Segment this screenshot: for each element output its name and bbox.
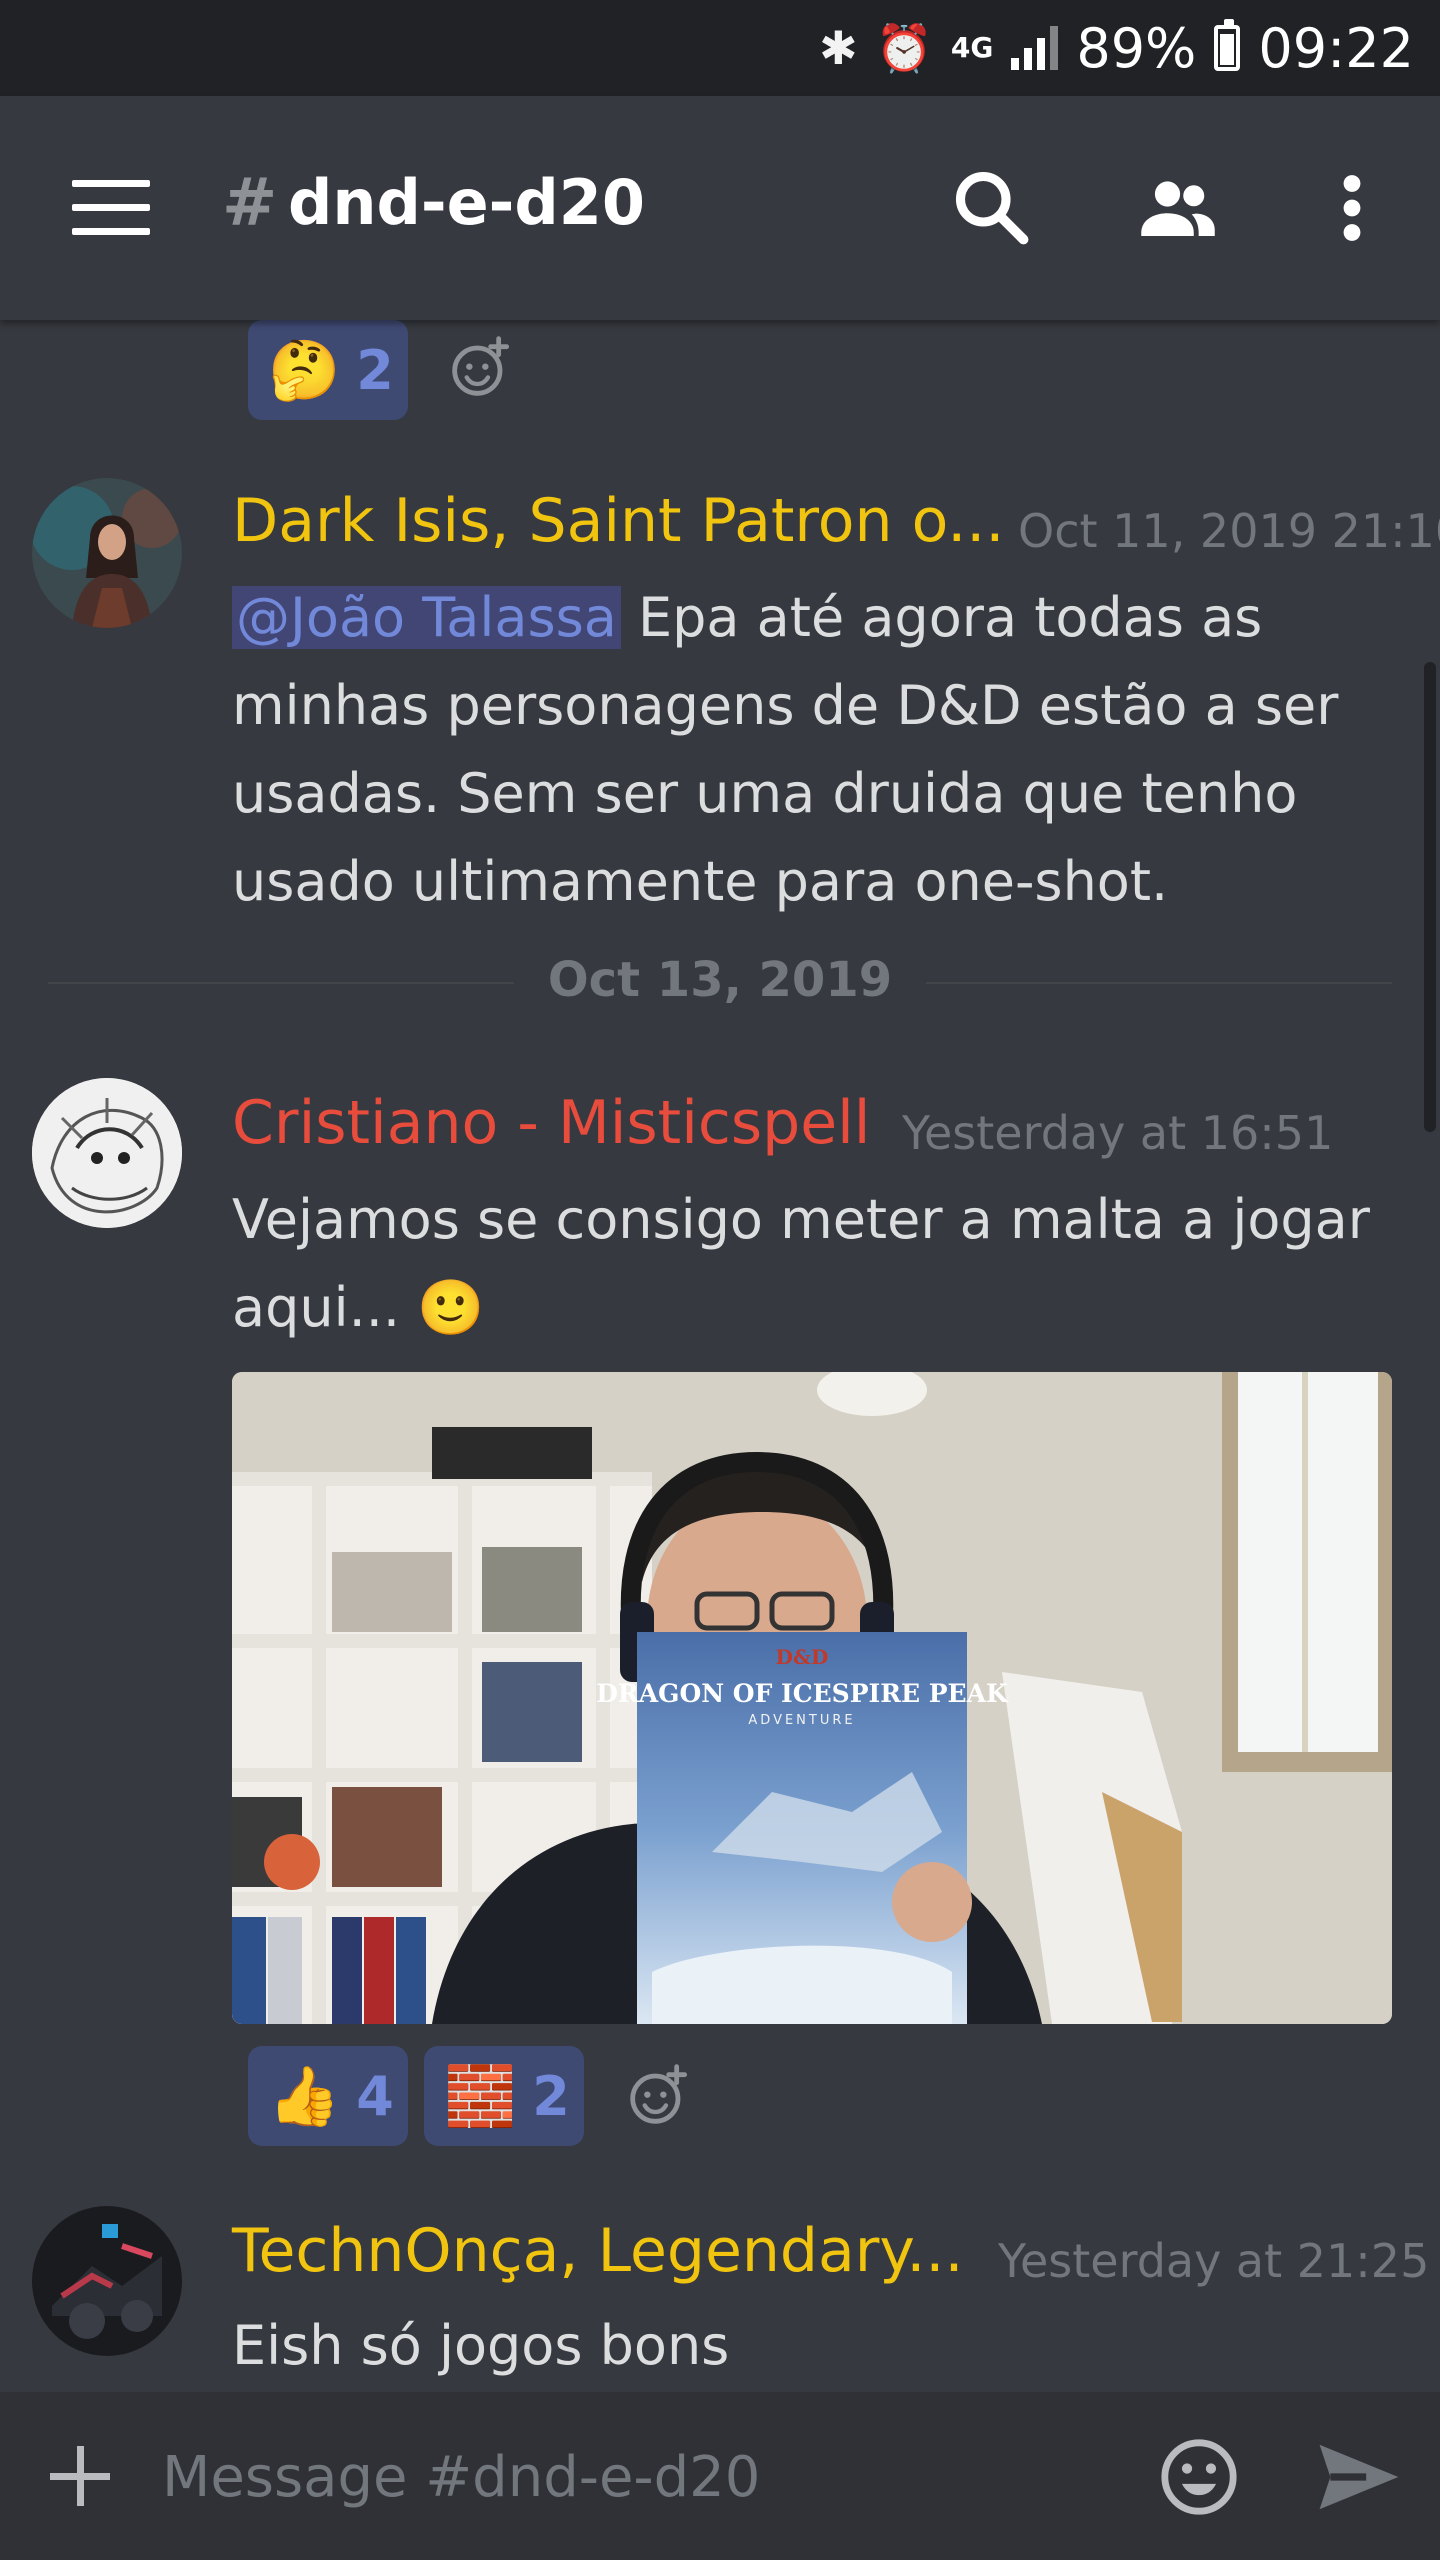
channel-header: # dnd-e-d20: [0, 96, 1440, 320]
book-title: DRAGON OF ICESPIRE PEAK: [596, 1679, 1009, 1708]
reaction-count: 4: [356, 2064, 394, 2128]
search-icon[interactable]: [950, 166, 1034, 250]
thumbs-up-emoji-icon: 👍: [268, 2061, 341, 2130]
status-bar: ✱ ⏰ 4G 89% 09:22: [0, 0, 1440, 96]
battery-percent: 89%: [1076, 16, 1197, 80]
reaction-thumbs-up[interactable]: 👍 4: [248, 2046, 408, 2146]
message-input[interactable]: [160, 2436, 1064, 2518]
channel-title: dnd-e-d20: [288, 166, 646, 239]
timestamp: Yesterday at 16:51: [902, 1106, 1334, 1160]
menu-icon[interactable]: [72, 180, 150, 236]
alarm-icon: ⏰: [875, 20, 933, 75]
date-divider-label: Oct 13, 2019: [513, 952, 927, 1008]
scrollbar-thumb[interactable]: [1424, 662, 1436, 1132]
more-options-icon[interactable]: [1310, 166, 1394, 250]
slightly-smiling-emoji-icon: 🙂: [417, 1276, 485, 1339]
message-image-attachment[interactable]: D&D DRAGON OF ICESPIRE PEAK ADVENTURE: [232, 1372, 1392, 2024]
reaction-thinking[interactable]: 🤔 2: [248, 320, 408, 420]
message-text: Eish só jogos bons: [232, 2302, 1402, 2390]
message-text: Vejamos se consigo meter a malta a jogar…: [232, 1176, 1402, 1352]
message-body: Eish só jogos bons: [232, 2314, 730, 2377]
timestamp: Oct 11, 2019 21:10: [1018, 504, 1440, 558]
channel-hash-icon: #: [222, 164, 278, 241]
message-text: @João Talassa Epa até agora todas as min…: [232, 574, 1402, 926]
battery-icon: [1214, 19, 1241, 71]
book-subtitle: ADVENTURE: [748, 1713, 855, 1728]
reaction-count: 2: [532, 2064, 570, 2128]
clock: 09:22: [1258, 16, 1414, 80]
reaction-count: 2: [356, 338, 394, 402]
emoji-picker-icon[interactable]: [1158, 2436, 1240, 2518]
add-reaction-icon[interactable]: [626, 2064, 690, 2128]
user-mention[interactable]: @João Talassa: [232, 586, 621, 649]
avatar[interactable]: [32, 1078, 182, 1228]
add-attachment-icon[interactable]: [46, 2442, 114, 2510]
avatar[interactable]: [32, 2206, 182, 2356]
add-reaction-icon[interactable]: [448, 336, 512, 400]
timestamp: Yesterday at 21:25: [998, 2234, 1430, 2288]
members-icon[interactable]: [1136, 166, 1220, 250]
username[interactable]: TechnOnça, Legendary...: [232, 2216, 964, 2286]
username[interactable]: Cristiano - Misticspell: [232, 1088, 870, 1158]
brick-wall-emoji-icon: 🧱: [444, 2061, 517, 2130]
avatar[interactable]: [32, 478, 182, 628]
signal-icon: [1011, 26, 1059, 70]
thinking-emoji-icon: 🤔: [268, 335, 341, 404]
send-icon[interactable]: [1316, 2440, 1402, 2514]
reaction-facepalm-wall[interactable]: 🧱 2: [424, 2046, 584, 2146]
message-composer: [0, 2392, 1440, 2560]
bluetooth-icon: ✱: [819, 21, 858, 75]
network-type-label: 4G: [950, 31, 994, 64]
message-body: Vejamos se consigo meter a malta a jogar…: [232, 1188, 1370, 1339]
book-logo: D&D: [776, 1645, 829, 1669]
username[interactable]: Dark Isis, Saint Patron o...: [232, 486, 1004, 556]
